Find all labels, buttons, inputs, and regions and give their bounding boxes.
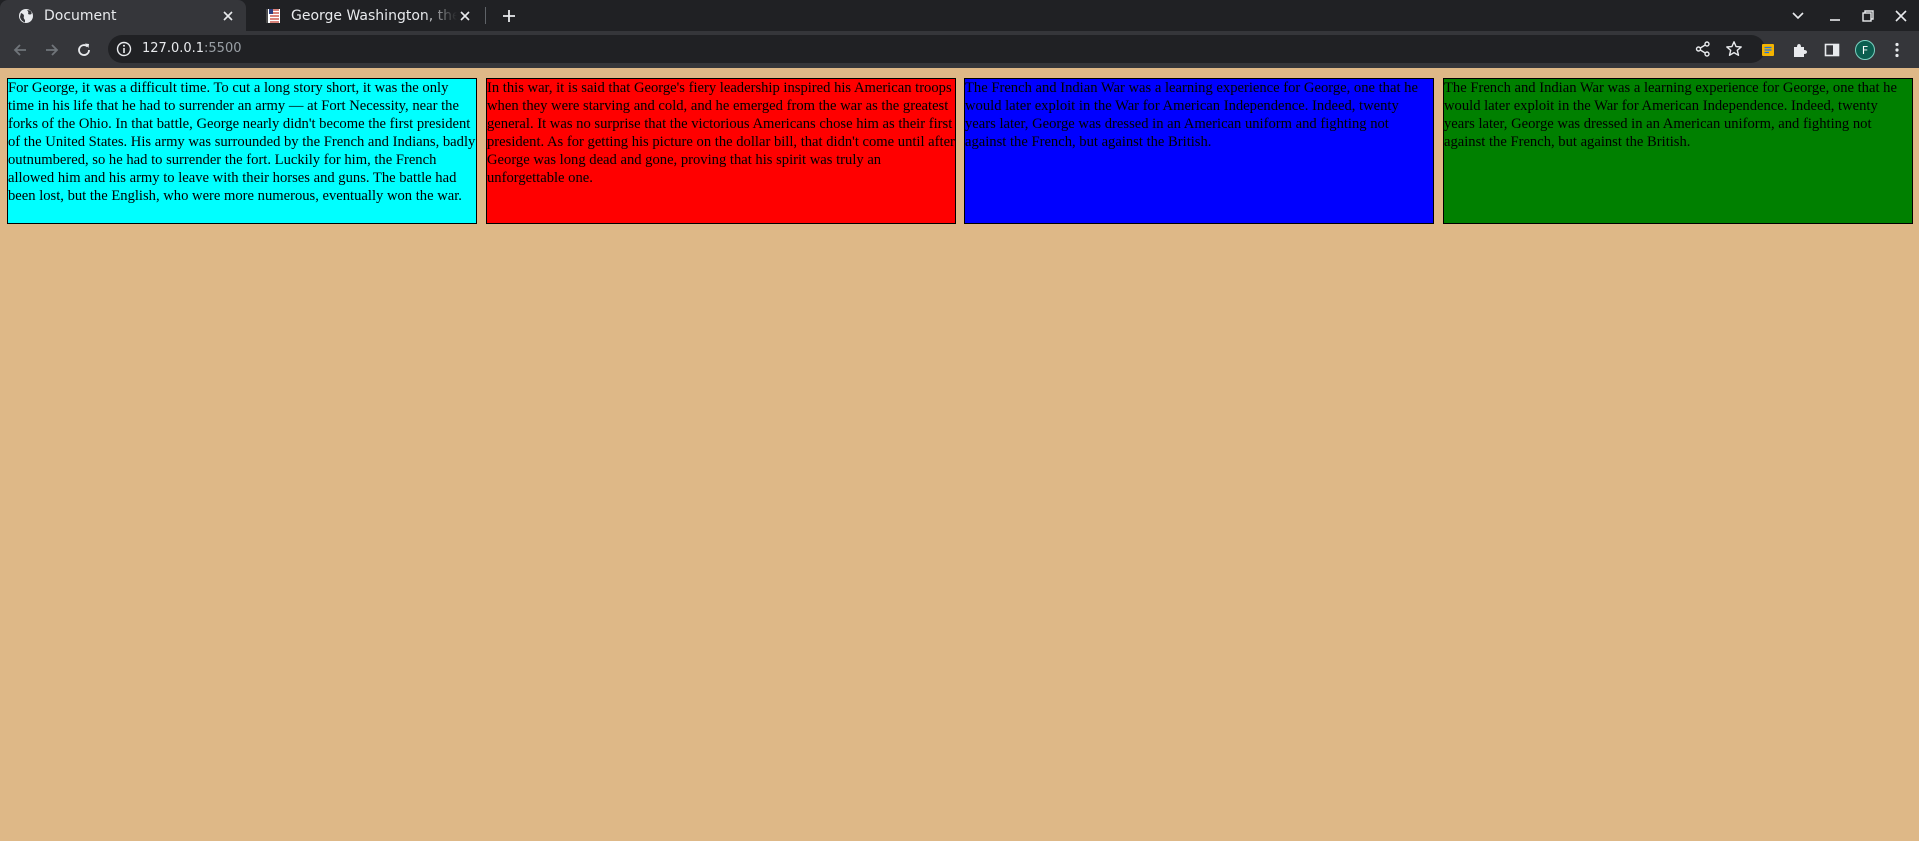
share-icon[interactable] xyxy=(1694,40,1712,58)
new-tab-button[interactable] xyxy=(497,4,521,28)
text-box-green: The French and Indian War was a learning… xyxy=(1443,78,1913,224)
close-window-button[interactable] xyxy=(1889,4,1913,28)
bookmark-star-icon[interactable] xyxy=(1725,40,1743,58)
menu-button[interactable] xyxy=(1887,40,1907,60)
extensions-button[interactable] xyxy=(1790,40,1810,60)
tab-document[interactable]: Document xyxy=(0,0,246,31)
side-panel-icon xyxy=(1824,43,1840,57)
profile-avatar[interactable]: F xyxy=(1855,40,1875,60)
url-text[interactable]: 127.0.0.1:5500 xyxy=(142,41,242,57)
box-text: For George, it was a difficult time. To … xyxy=(8,80,476,204)
minimize-icon xyxy=(1830,19,1840,21)
page-content: For George, it was a difficult time. To … xyxy=(0,68,1919,841)
close-tab-icon[interactable] xyxy=(457,8,473,24)
reload-icon xyxy=(78,43,90,56)
kebab-menu-icon xyxy=(1895,42,1899,58)
box-text: In this war, it is said that George's fi… xyxy=(487,80,955,186)
text-box-blue: The French and Indian War was a learning… xyxy=(964,78,1434,224)
tab-search-button[interactable] xyxy=(1786,4,1810,28)
toolbar: 127.0.0.1:5500 F xyxy=(0,31,1919,68)
restore-button[interactable] xyxy=(1856,4,1880,28)
extension-icon[interactable] xyxy=(1758,40,1778,60)
info-icon[interactable] xyxy=(116,41,132,57)
box-text: The French and Indian War was a learning… xyxy=(965,80,1418,150)
url-host: 127.0.0.1 xyxy=(142,41,205,56)
globe-icon xyxy=(18,8,34,24)
plus-icon xyxy=(503,10,515,22)
restore-icon xyxy=(1862,10,1874,22)
side-panel-button[interactable] xyxy=(1822,40,1842,60)
tab-george-washington[interactable]: George Washington, the u xyxy=(247,0,483,31)
arrow-right-icon xyxy=(46,44,59,56)
box-text: The French and Indian War was a learning… xyxy=(1444,80,1897,150)
address-bar[interactable]: 127.0.0.1:5500 xyxy=(108,35,1765,63)
puzzle-icon xyxy=(1794,44,1807,57)
tab-title: Document xyxy=(44,7,117,24)
arrow-left-icon xyxy=(13,44,26,56)
reload-button[interactable] xyxy=(71,37,97,63)
forward-button[interactable] xyxy=(39,37,65,63)
tab-strip: Document George Washington, the u xyxy=(0,0,1919,31)
tab-separator xyxy=(485,7,486,24)
chevron-down-icon xyxy=(1792,12,1804,20)
note-extension-icon xyxy=(1762,44,1774,56)
back-button[interactable] xyxy=(7,37,33,63)
close-icon xyxy=(1895,10,1907,22)
minimize-button[interactable] xyxy=(1823,4,1847,28)
url-port: :5500 xyxy=(204,41,242,56)
text-box-red: In this war, it is said that George's fi… xyxy=(486,78,956,224)
close-tab-icon[interactable] xyxy=(220,8,236,24)
flag-icon xyxy=(265,8,281,24)
tab-title: George Washington, the u xyxy=(291,7,457,24)
text-box-cyan: For George, it was a difficult time. To … xyxy=(7,78,477,224)
